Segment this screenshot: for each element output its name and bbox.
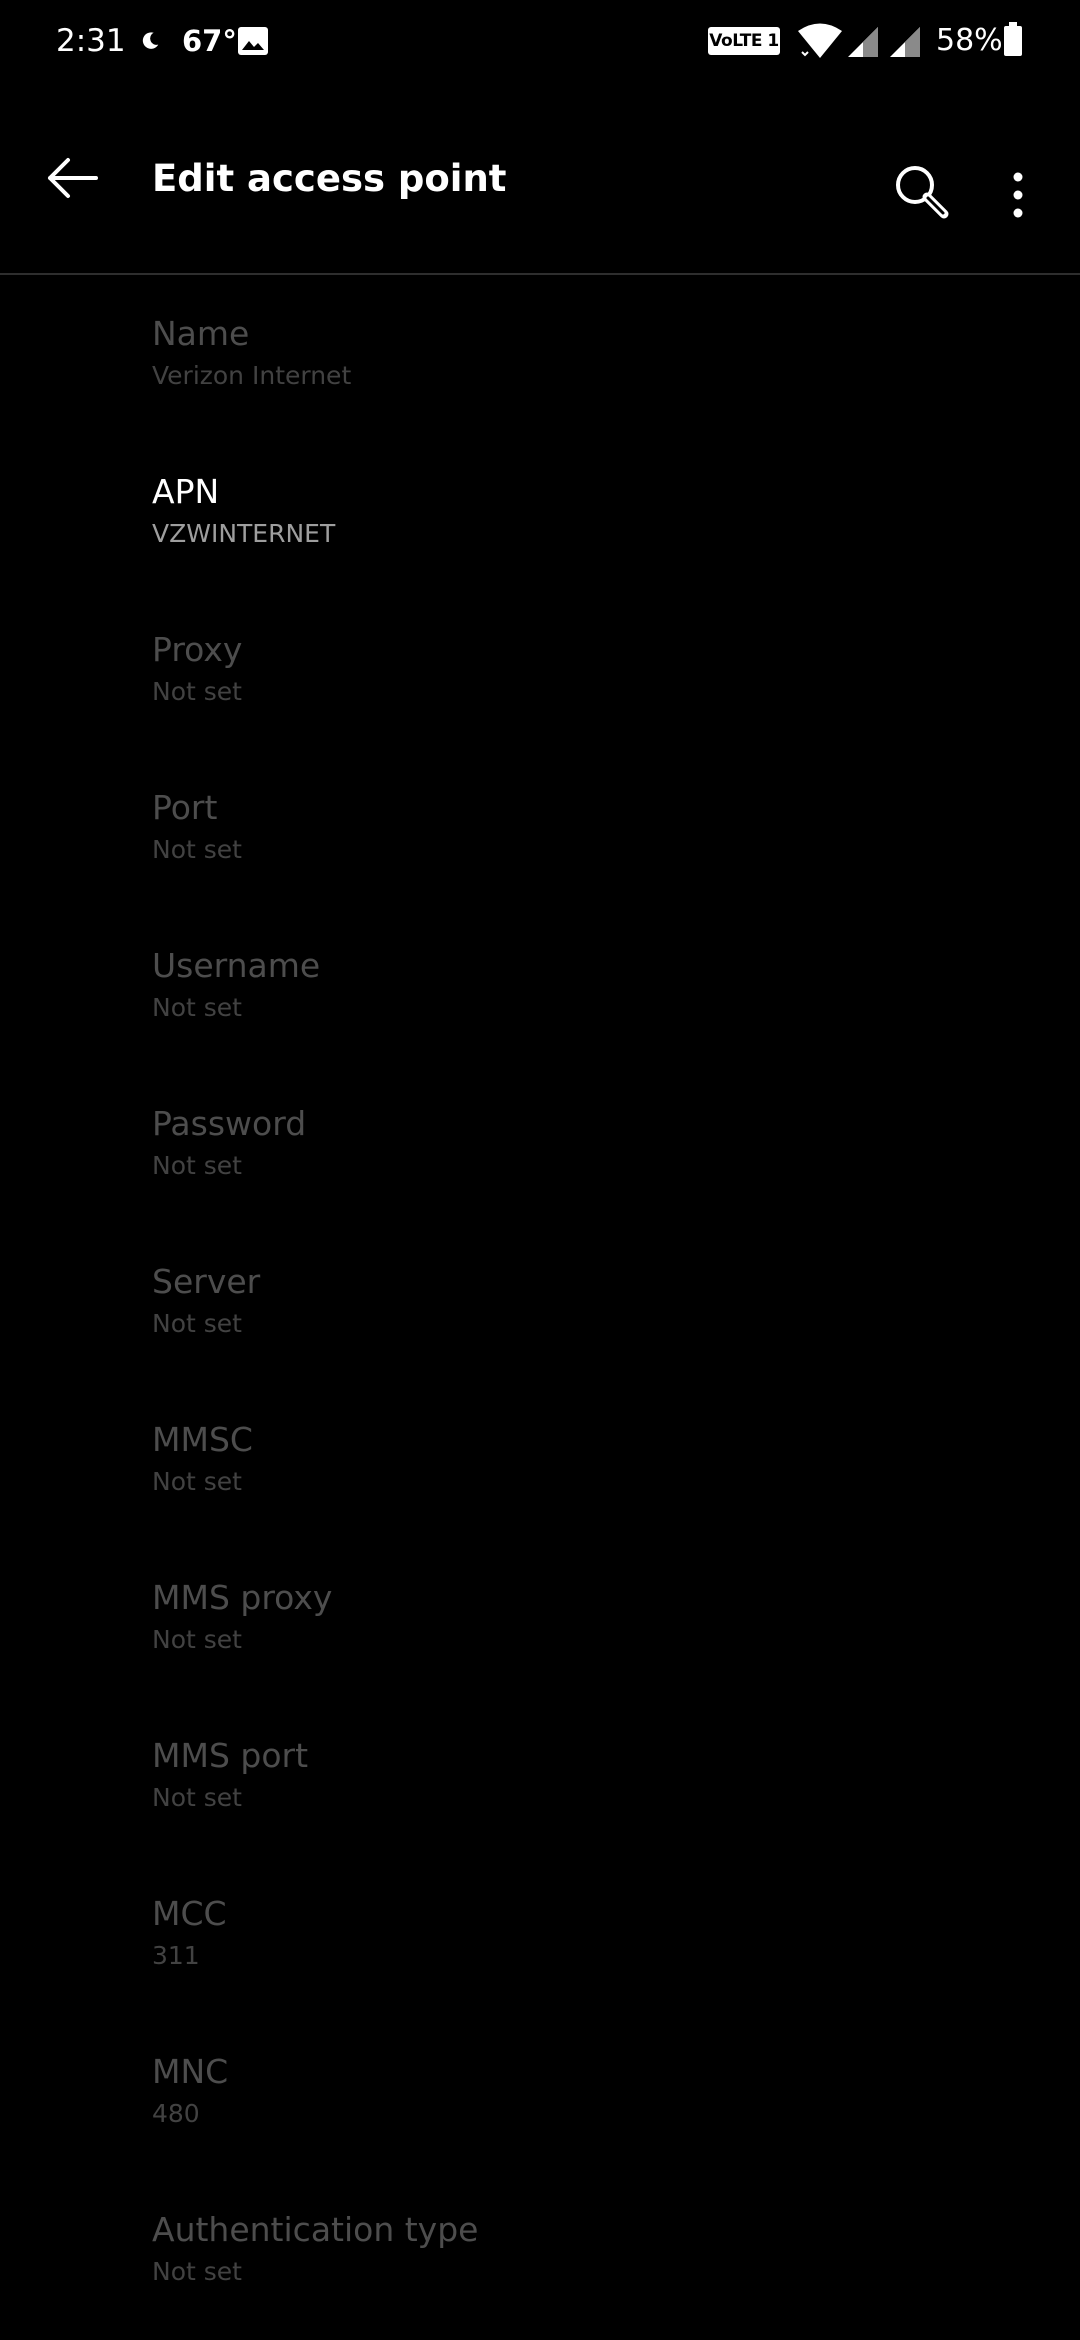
setting-value: 480 [152,2099,200,2128]
page-title: Edit access point [152,157,507,200]
setting-apn[interactable]: APN VZWINTERNET [0,433,1080,591]
back-button[interactable] [36,142,108,214]
apn-settings-list: Name Verizon Internet APN VZWINTERNET Pr… [0,275,1080,2329]
setting-value: Verizon Internet [152,361,352,390]
setting-password[interactable]: Password Not set [0,1065,1080,1223]
moon-icon [142,32,159,49]
app-bar: Edit access point [0,84,1080,275]
setting-mcc[interactable]: MCC 311 [0,1855,1080,2013]
setting-title: APN [152,472,220,511]
setting-value: Not set [152,835,242,864]
setting-title: Server [152,1262,261,1301]
setting-title: Authentication type [152,2210,479,2249]
battery-icon [1004,22,1022,56]
setting-title: Username [152,946,321,985]
status-bar: 2:31 67° VoLTE 1 58% [0,0,1080,84]
image-icon [238,27,268,55]
setting-authentication-type[interactable]: Authentication type Not set [0,2171,1080,2329]
status-temperature: 67° [182,24,237,58]
setting-title: Password [152,1104,307,1143]
setting-mmsc[interactable]: MMSC Not set [0,1381,1080,1539]
setting-title: MMS port [152,1736,309,1775]
setting-username[interactable]: Username Not set [0,907,1080,1065]
setting-value: Not set [152,2257,242,2286]
setting-title: Proxy [152,630,243,669]
setting-server[interactable]: Server Not set [0,1223,1080,1381]
setting-value: Not set [152,1467,242,1496]
volte-badge: VoLTE 1 [708,27,780,55]
setting-title: MCC [152,1894,227,1933]
wifi-icon [798,23,842,58]
signal-icon [890,27,920,57]
setting-value: Not set [152,677,242,706]
setting-value: 311 [152,1941,200,1970]
setting-value: VZWINTERNET [152,519,336,548]
setting-value: Not set [152,1151,242,1180]
setting-mms-proxy[interactable]: MMS proxy Not set [0,1539,1080,1697]
setting-value: Not set [152,1783,242,1812]
setting-value: Not set [152,1625,242,1654]
setting-mms-port[interactable]: MMS port Not set [0,1697,1080,1855]
setting-proxy[interactable]: Proxy Not set [0,591,1080,749]
setting-title: Name [152,314,250,353]
search-icon [896,166,949,219]
search-button[interactable] [888,160,958,230]
setting-title: MNC [152,2052,229,2091]
more-options-button[interactable] [1000,160,1036,230]
setting-name[interactable]: Name Verizon Internet [0,275,1080,433]
setting-mnc[interactable]: MNC 480 [0,2013,1080,2171]
status-time: 2:31 [56,23,126,59]
more-vert-icon [1013,172,1023,218]
setting-value: Not set [152,993,242,1022]
battery-percentage: 58% [936,23,1003,58]
setting-title: Port [152,788,218,827]
arrow-left-icon [48,158,98,198]
setting-port[interactable]: Port Not set [0,749,1080,907]
signal-icon [848,27,878,57]
setting-value: Not set [152,1309,242,1338]
setting-title: MMS proxy [152,1578,333,1617]
setting-title: MMSC [152,1420,253,1459]
